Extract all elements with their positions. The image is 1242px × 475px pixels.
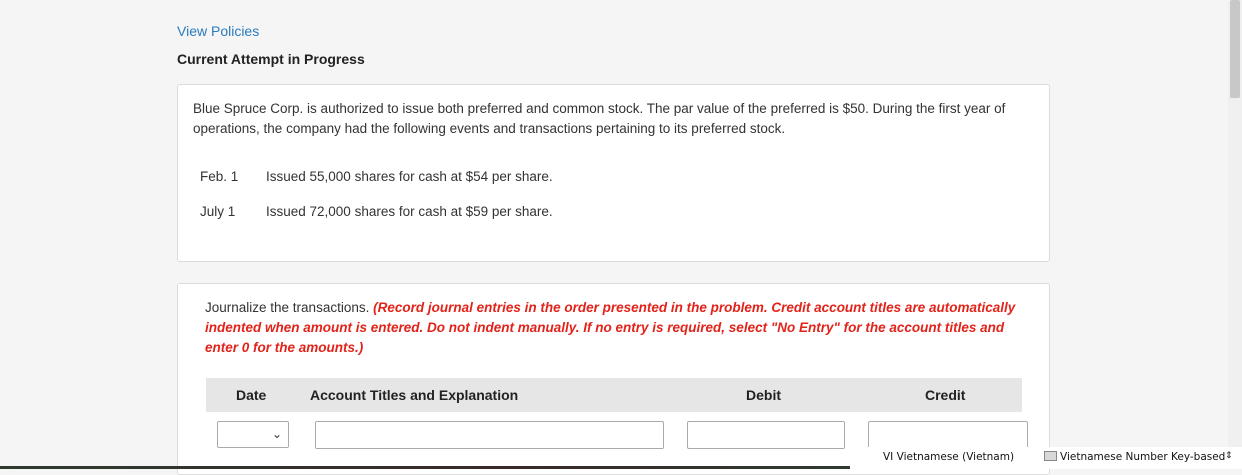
- keyboard-layout[interactable]: Vietnamese Number Key-based: [1060, 451, 1225, 463]
- language-indicator[interactable]: VI Vietnamese (Vietnam): [883, 451, 1014, 463]
- date-select[interactable]: ⌄: [217, 421, 289, 448]
- account-title-input[interactable]: [315, 421, 664, 449]
- transaction-date: Feb. 1: [200, 169, 239, 184]
- column-header-date: Date: [236, 387, 267, 403]
- expand-icon[interactable]: ⇕: [1225, 451, 1233, 461]
- credit-input[interactable]: [868, 421, 1028, 449]
- view-policies-link[interactable]: View Policies: [177, 23, 259, 39]
- transaction-date: July 1: [200, 204, 236, 219]
- transaction-description: Issued 72,000 shares for cash at $59 per…: [266, 204, 553, 219]
- problem-text: Blue Spruce Corp. is authorized to issue…: [193, 101, 1006, 136]
- problem-panel: Blue Spruce Corp. is authorized to issue…: [177, 84, 1050, 262]
- debit-input[interactable]: [687, 421, 845, 449]
- attempt-status: Current Attempt in Progress: [177, 51, 365, 67]
- transaction-description: Issued 55,000 shares for cash at $54 per…: [266, 169, 553, 184]
- column-header-debit: Debit: [746, 387, 781, 403]
- scrollbar-thumb[interactable]: [1230, 0, 1240, 98]
- column-header-account: Account Titles and Explanation: [310, 387, 519, 403]
- journal-table-header: Date Account Titles and Explanation Debi…: [206, 378, 1022, 412]
- language-bar: VI Vietnamese (Vietnam) Vietnamese Numbe…: [850, 447, 1242, 469]
- column-header-credit: Credit: [925, 387, 966, 403]
- chevron-down-icon: ⌄: [271, 427, 282, 441]
- keyboard-icon: [1044, 451, 1057, 461]
- page-scrollbar[interactable]: [1228, 0, 1242, 469]
- transaction-row: Feb. 1 Issued 55,000 shares for cash at $…: [200, 169, 553, 184]
- instruction-text: Journalize the transactions.: [205, 300, 374, 315]
- transaction-row: July 1 Issued 72,000 shares for cash at $…: [200, 204, 553, 219]
- journal-instructions: Journalize the transactions. (Record jou…: [205, 298, 1035, 358]
